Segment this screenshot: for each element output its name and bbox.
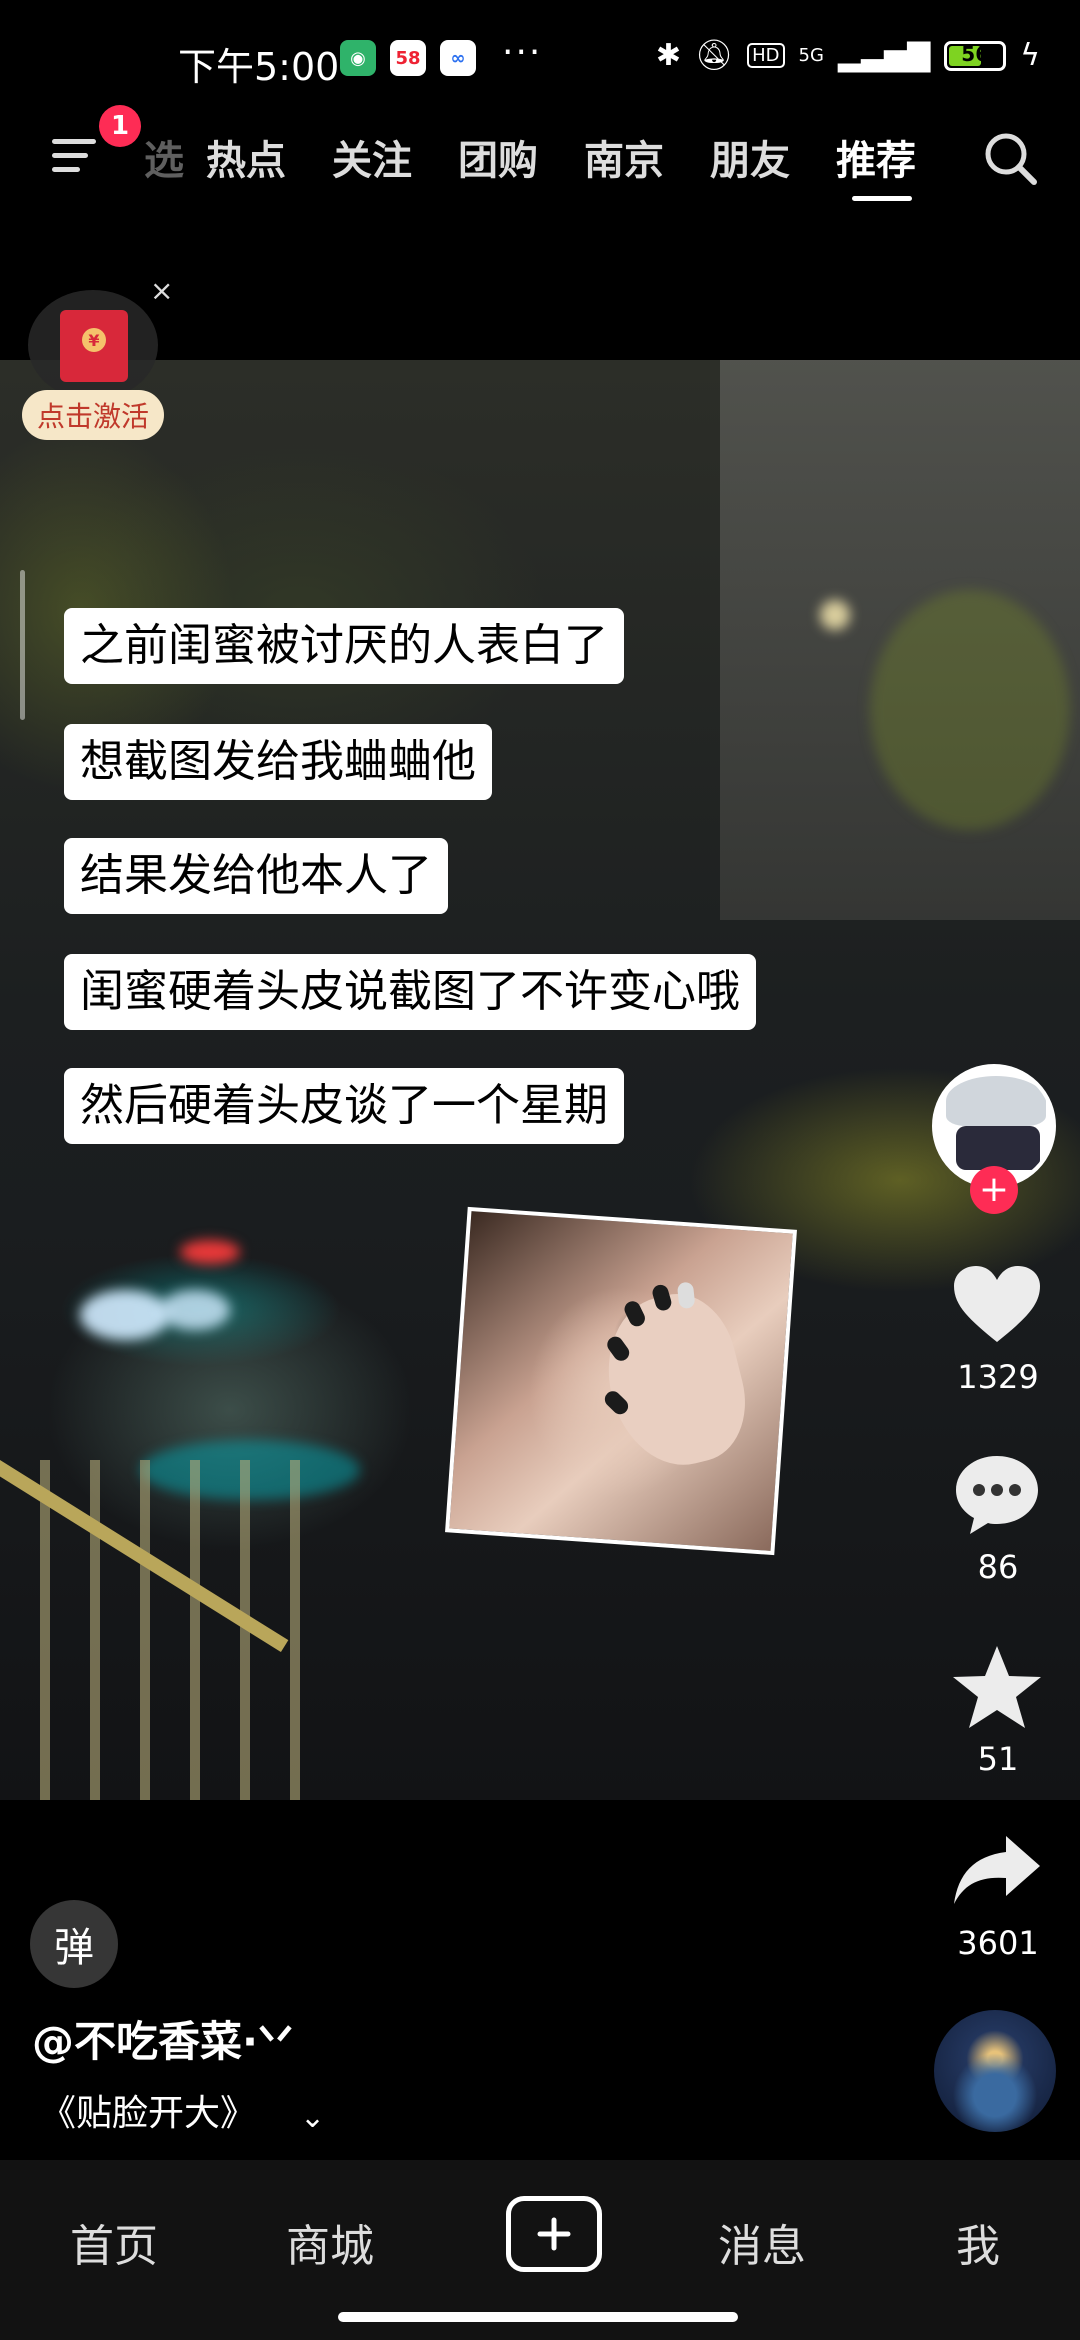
likes-count: 1329 [957,1358,1039,1396]
favorites-count: 51 [977,1740,1019,1778]
tab-partial[interactable]: 选 [144,128,184,186]
red-packet-close-icon[interactable]: × [150,274,173,307]
video-headlight [80,1290,170,1340]
tab-group-buy[interactable]: 团购 [458,128,538,186]
red-packet-activate-button[interactable]: 点击激活 [22,390,164,440]
tab-following[interactable]: 关注 [332,128,412,186]
app-cloud-icon: ∞ [440,40,476,76]
photo-sticker [445,1206,797,1556]
chevron-down-icon[interactable]: ⌄ [300,2100,325,2135]
active-tab-indicator [852,196,912,201]
caption-line: 结果发给他本人了 [64,838,448,914]
nav-me[interactable]: 我 [956,2210,1000,2274]
plus-icon [537,2217,571,2251]
author-name[interactable]: @不吃香菜·ᐠᐟ [32,2008,294,2069]
caption-line: 然后硬着头皮谈了一个星期 [64,1068,624,1144]
red-envelope-seal: ¥ [82,328,106,352]
charging-icon: ϟ [1020,38,1040,73]
battery-level-text: 56 [961,41,990,66]
status-time: 下午5:00 [178,45,340,89]
signal-icon: ▂▃▅▇ [837,38,931,73]
video-tree-glow [870,590,1070,830]
music-title[interactable]: 《贴脸开大》 [40,2084,256,2136]
app-notification-icon: ◉ [340,40,376,76]
mute-bell-icon: 🔕︎ [695,38,734,73]
battery-icon: 56 [944,40,1007,71]
tab-friends[interactable]: 朋友 [710,128,790,186]
notification-badge: 1 [99,105,141,147]
status-indicators: ✱ 🔕︎ HD 5G ▂▃▅▇ 56 ϟ [656,38,1040,73]
caption-line: 之前闺蜜被讨厌的人表白了 [64,608,624,684]
hd-icon: HD [747,43,785,68]
comments-count: 86 [977,1548,1019,1586]
like-heart-icon[interactable] [950,1262,1044,1346]
network-label: 5G [798,45,824,66]
caption-line: 想截图发给我蛐蛐他 [64,724,492,800]
favorite-star-icon[interactable] [950,1642,1044,1732]
sticker-hand [591,1282,759,1479]
home-indicator[interactable] [338,2312,738,2322]
video-taillight [180,1240,240,1264]
tab-nanjing[interactable]: 南京 [584,128,664,186]
status-more-icon: ··· [502,32,543,73]
video-headlight [160,1290,230,1330]
tab-hot[interactable]: 热点 [206,128,286,186]
tab-recommended[interactable]: 推荐 [836,128,916,186]
create-post-button[interactable] [506,2196,602,2272]
share-icon[interactable] [950,1830,1044,1910]
menu-icon[interactable] [52,133,100,177]
follow-button[interactable]: + [970,1166,1018,1214]
nav-messages[interactable]: 消息 [718,2210,806,2274]
search-icon[interactable] [980,128,1040,188]
caption-line: 闺蜜硬着头皮说截图了不许变心哦 [64,954,756,1030]
bluetooth-icon: ✱ [655,38,681,73]
music-disc[interactable] [934,2010,1056,2132]
nav-mall[interactable]: 商城 [286,2210,374,2274]
danmaku-toggle-button[interactable]: 弹 [30,1900,118,1988]
comment-icon[interactable] [952,1452,1042,1538]
nav-home[interactable]: 首页 [70,2210,158,2274]
video-streetlamp [820,600,850,630]
shares-count: 3601 [957,1924,1039,1962]
side-scroll-indicator [20,570,25,720]
app-58-icon: 58 [390,40,426,76]
